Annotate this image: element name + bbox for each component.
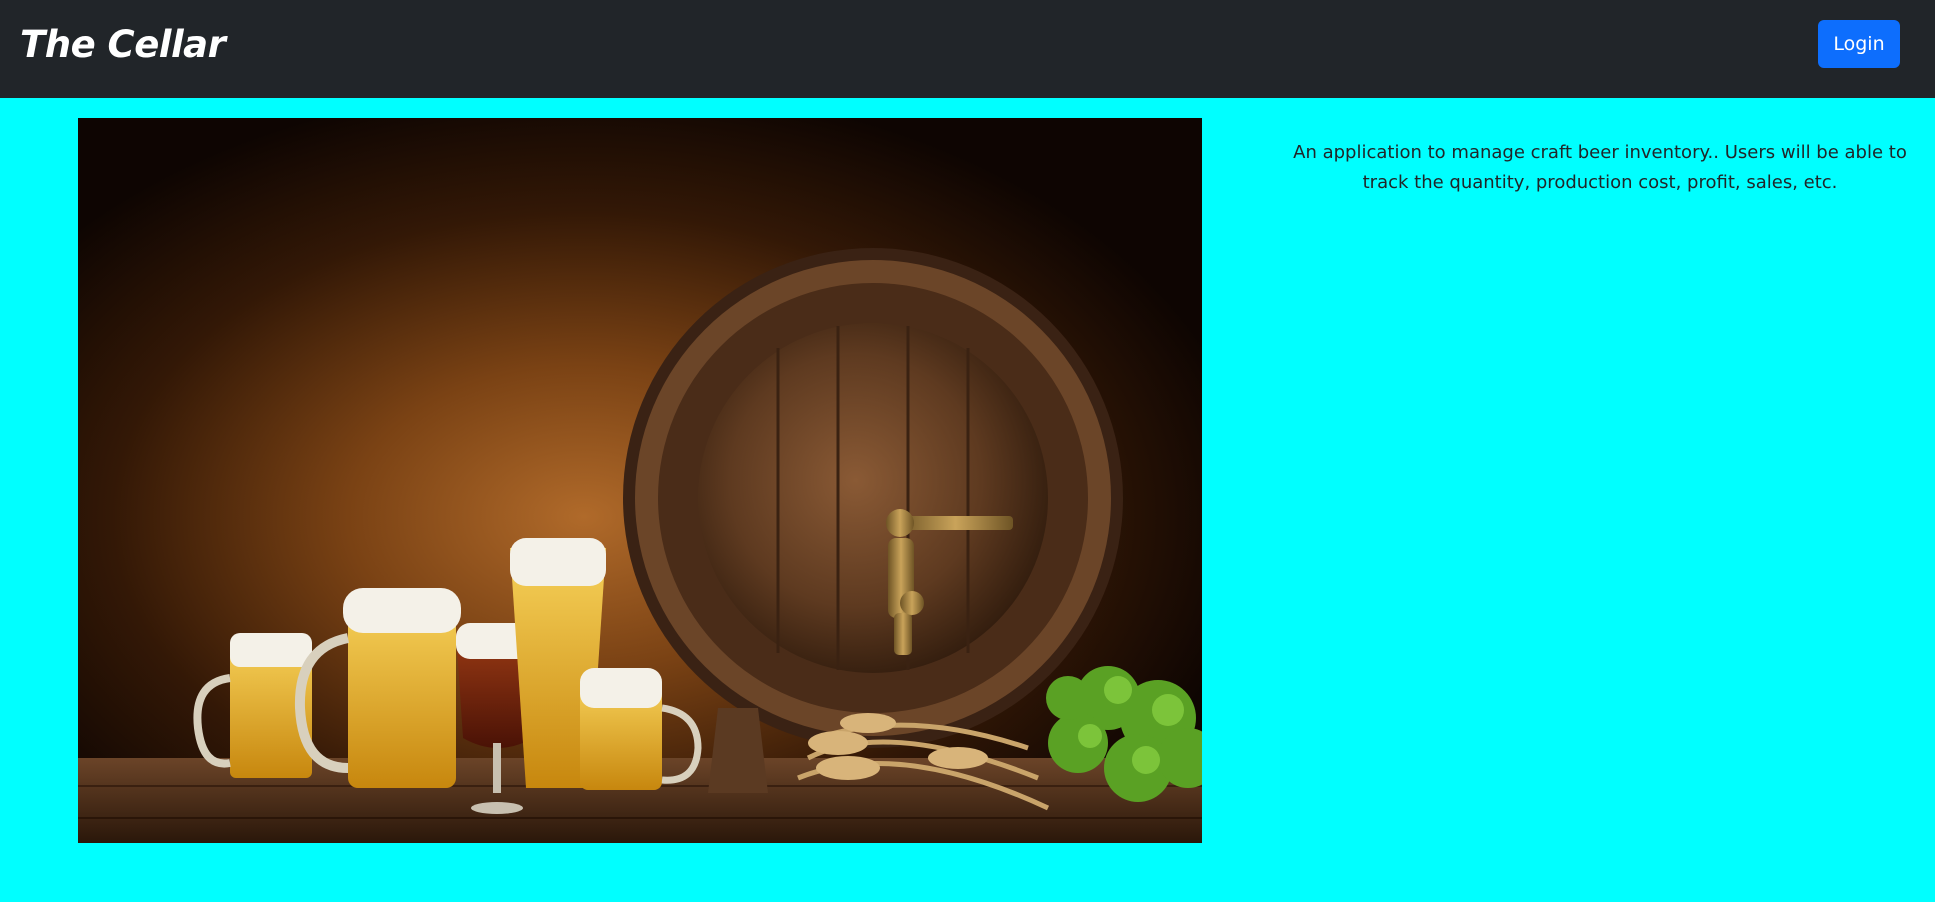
top-navbar: The Cellar Login [0, 0, 1935, 98]
app-description: An application to manage craft beer inve… [1293, 142, 1907, 193]
login-button[interactable]: Login [1818, 20, 1900, 68]
beer-barrel-photo [78, 118, 1202, 843]
brand-title[interactable]: The Cellar [20, 20, 226, 70]
main-content: An application to manage craft beer inve… [0, 98, 1935, 902]
hero-image [78, 118, 1202, 843]
